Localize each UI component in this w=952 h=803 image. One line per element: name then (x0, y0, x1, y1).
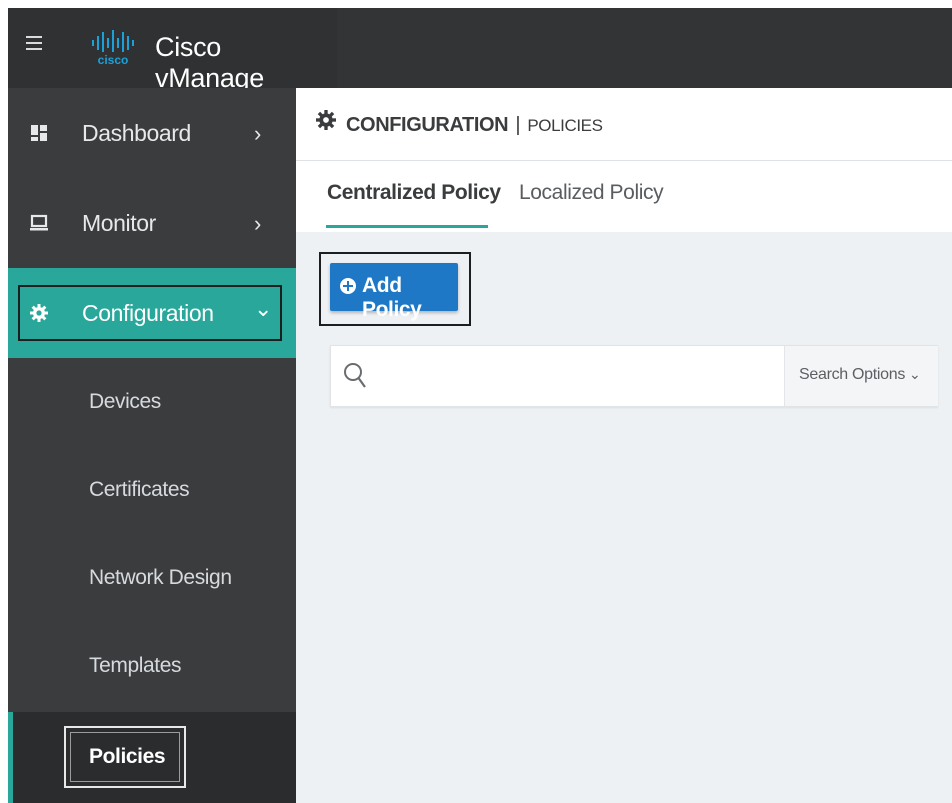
main-content: CONFIGURATION | POLICIES Centralized Pol… (296, 88, 952, 803)
breadcrumb-page: POLICIES (527, 116, 603, 135)
cisco-logo-text: cisco (98, 53, 129, 66)
add-policy-button[interactable]: Add Policy (330, 263, 458, 321)
hamburger-menu-icon[interactable] (26, 36, 42, 50)
top-bar: cisco Cisco vManage (8, 8, 952, 93)
search-icon (344, 363, 366, 388)
sidebar-item-label: Monitor (82, 210, 156, 236)
chevron-right-icon: › (254, 121, 262, 146)
breadcrumb-separator: | (515, 114, 521, 136)
active-tab-indicator (326, 225, 488, 228)
sidebar-item-configuration[interactable]: Configuration ⌄ (8, 268, 296, 358)
search-options-label: Search Options (799, 366, 906, 383)
search-bar: Search Options ⌄ (330, 345, 938, 407)
active-indicator (8, 712, 13, 803)
chevron-down-icon: ⌄ (909, 366, 921, 382)
sidebar-subitem-label: Templates (89, 654, 182, 677)
sidebar-subitem-certificates[interactable]: Certificates (8, 448, 296, 536)
search-options-dropdown[interactable]: Search Options ⌄ (784, 346, 938, 406)
gear-icon (316, 110, 336, 130)
plus-circle-icon (340, 278, 356, 294)
page-header: CONFIGURATION | POLICIES (296, 88, 952, 161)
breadcrumb: CONFIGURATION | POLICIES (346, 114, 603, 137)
sidebar-subitem-network-design[interactable]: Network Design (8, 536, 296, 624)
cisco-logo: cisco (92, 30, 134, 66)
tab-bar: Centralized Policy Localized Policy (296, 161, 952, 232)
sidebar-item-dashboard[interactable]: Dashboard › (8, 88, 296, 178)
dashboard-icon (31, 125, 47, 141)
tab-centralized-policy[interactable]: Centralized Policy (327, 181, 501, 205)
sidebar-subitem-label: Devices (89, 390, 161, 413)
app-title: Cisco vManage (155, 32, 264, 93)
add-policy-label: Add Policy (362, 274, 422, 321)
gear-icon (30, 304, 48, 322)
app-window: cisco Cisco vManage Dashboard › Monitor … (8, 8, 952, 803)
search-input[interactable] (381, 354, 785, 398)
sidebar-item-label: Configuration (82, 300, 214, 326)
sidebar-subitem-policies[interactable]: Policies (8, 712, 296, 803)
sidebar-item-label: Dashboard (82, 120, 191, 146)
tab-localized-policy[interactable]: Localized Policy (519, 181, 664, 205)
sidebar-subitem-label: Policies (89, 745, 166, 768)
chevron-right-icon: › (254, 211, 262, 236)
chevron-down-icon: ⌄ (254, 296, 273, 321)
sidebar-subitem-templates[interactable]: Templates (8, 624, 296, 712)
sidebar: Dashboard › Monitor › Configuration ⌄ De… (8, 88, 296, 803)
monitor-icon (30, 214, 48, 231)
sidebar-subitem-label: Network Design (89, 566, 232, 589)
sidebar-item-monitor[interactable]: Monitor › (8, 178, 296, 268)
breadcrumb-section: CONFIGURATION (346, 114, 509, 136)
sidebar-subitem-devices[interactable]: Devices (8, 360, 296, 448)
highlight-outline: Policies (64, 726, 186, 788)
sidebar-subitem-label: Certificates (89, 478, 190, 501)
brand-area: cisco Cisco vManage (8, 8, 337, 93)
